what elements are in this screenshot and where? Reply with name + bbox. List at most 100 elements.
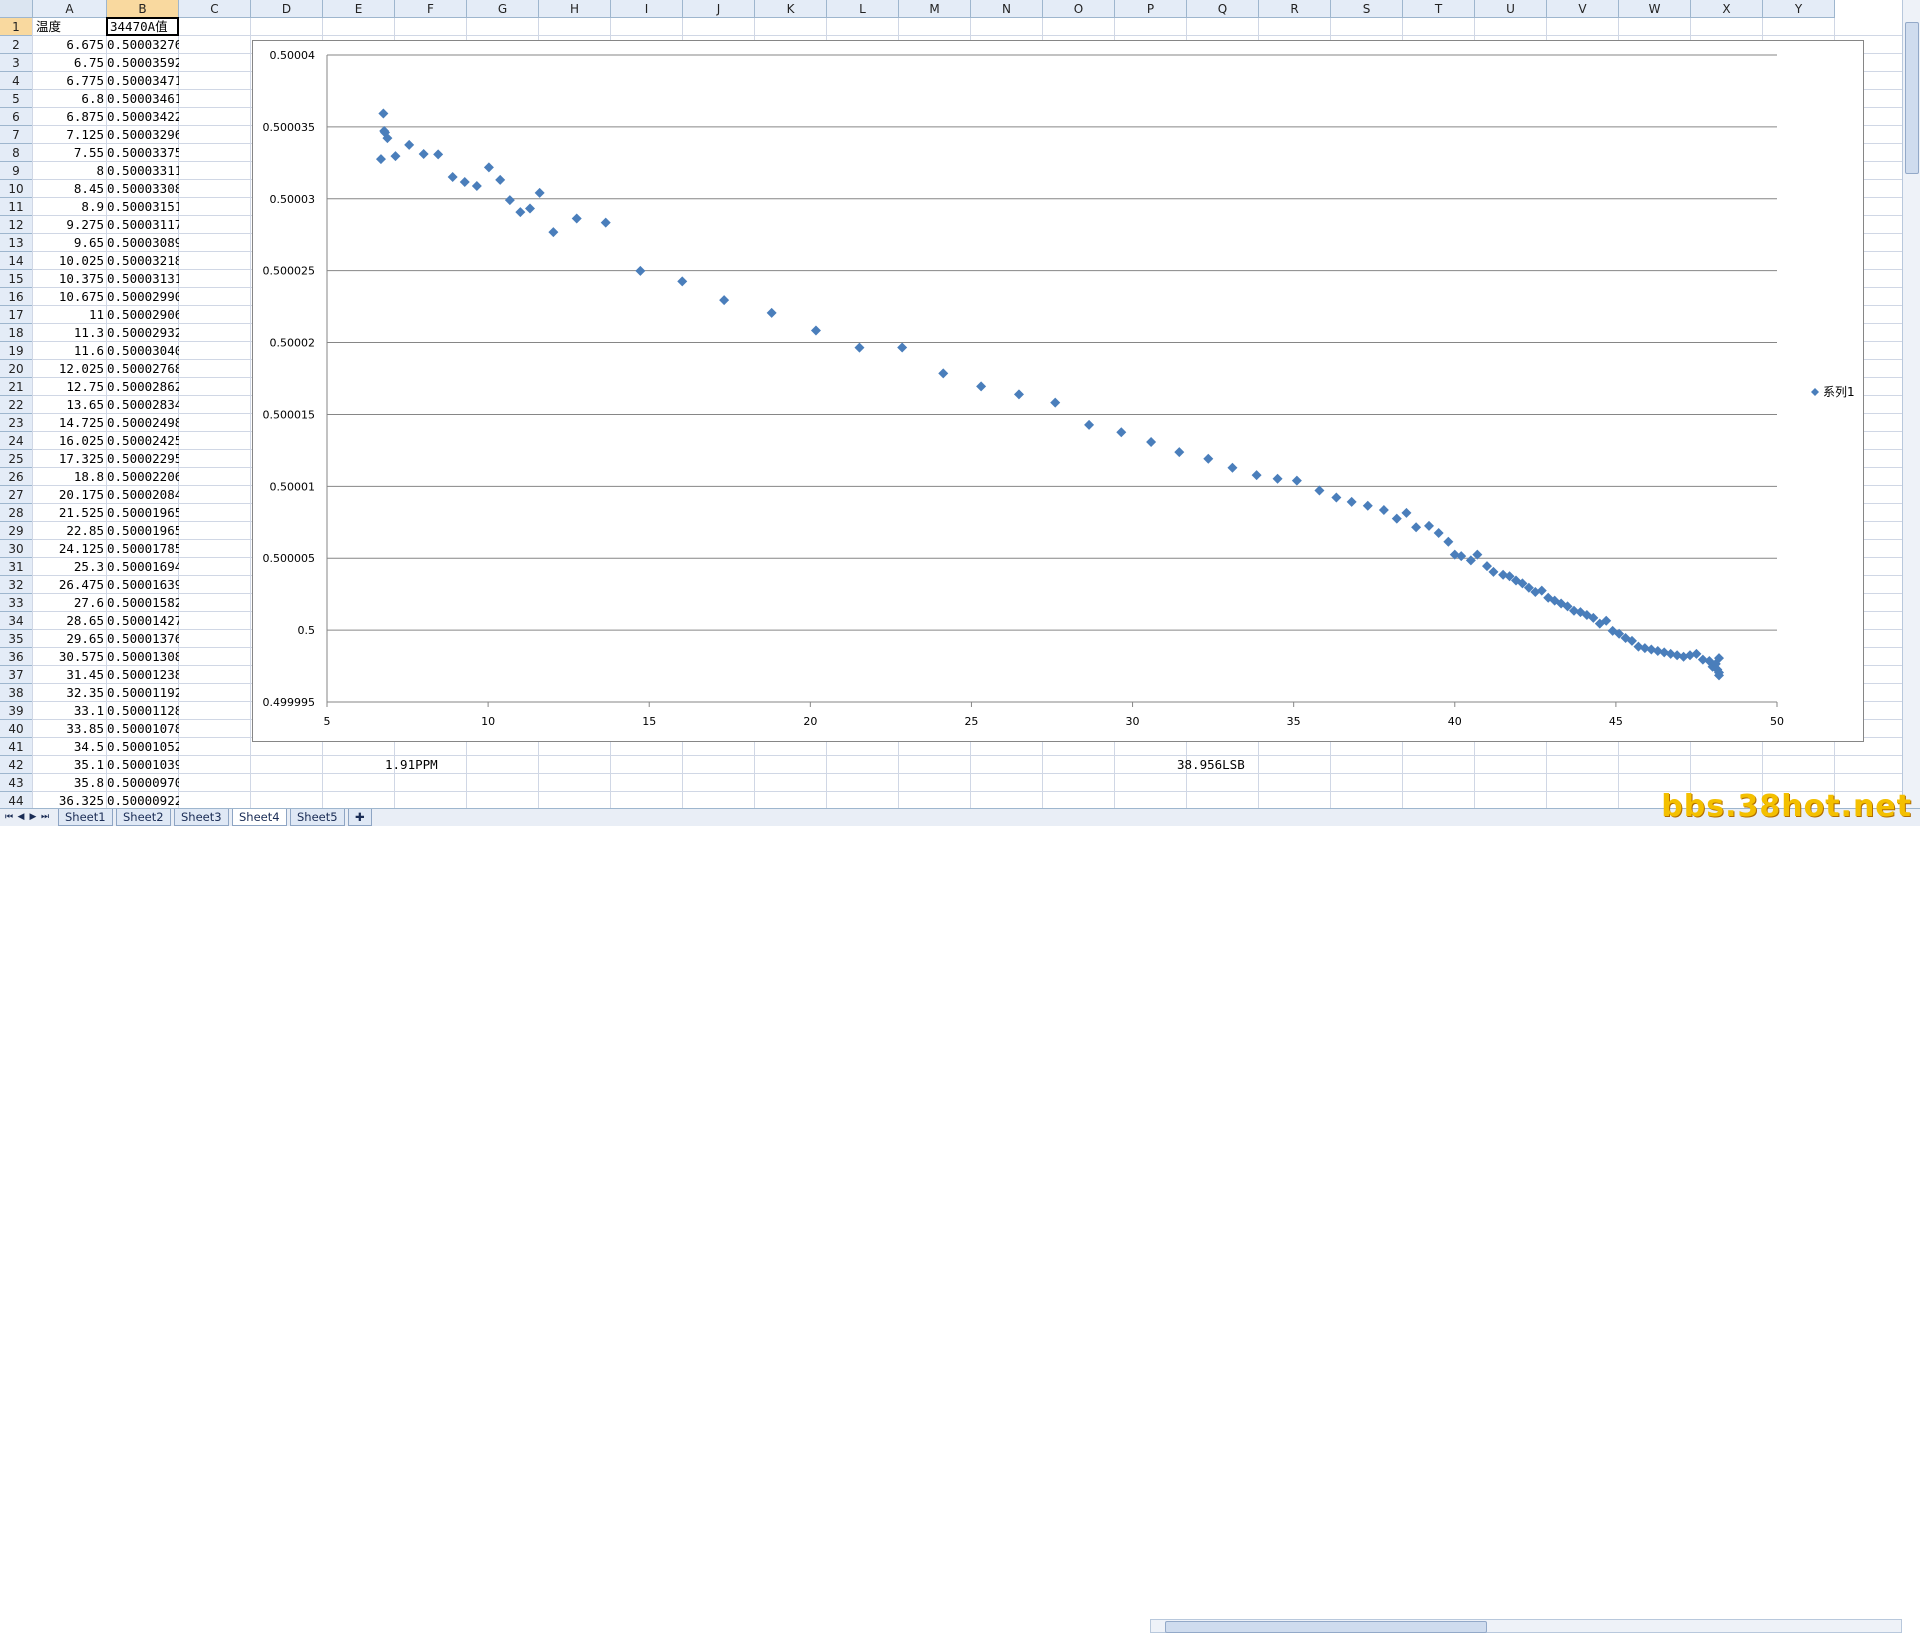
spreadsheet-grid[interactable]: ABCDEFGHIJKLMNOPQRSTUVWXY 1 2 3 4 5 6 7 8 9 10 11 1… (0, 0, 1902, 808)
cell-a39[interactable]: 33.1 (33, 702, 107, 720)
cell-b2[interactable]: 0.500032762 (107, 36, 179, 54)
sheet-tab-sheet3[interactable]: Sheet3 (174, 809, 229, 826)
insert-sheet-icon[interactable]: ✚ (348, 809, 372, 826)
cell-a25[interactable]: 17.325 (33, 450, 107, 468)
cell-a18[interactable]: 11.3 (33, 324, 107, 342)
column-header-d[interactable]: D (251, 0, 323, 18)
cell-a34[interactable]: 28.65 (33, 612, 107, 630)
cell-b41[interactable]: 0.500010529 (107, 738, 179, 756)
cell-a29[interactable]: 22.85 (33, 522, 107, 540)
cell-a26[interactable]: 18.8 (33, 468, 107, 486)
cell-b6[interactable]: 0.500034222 (107, 108, 179, 126)
cell-a32[interactable]: 26.475 (33, 576, 107, 594)
cell-a44[interactable]: 36.325 (33, 792, 107, 808)
cell-a36[interactable]: 30.575 (33, 648, 107, 666)
cell-b3[interactable]: 0.500035928 (107, 54, 179, 72)
cell-b24[interactable]: 0.500024254 (107, 432, 179, 450)
cell-q42[interactable]: 38.956LSB (1177, 756, 1277, 774)
cell-b26[interactable]: 0.500022065 (107, 468, 179, 486)
cell-a28[interactable]: 21.525 (33, 504, 107, 522)
column-header-p[interactable]: P (1115, 0, 1187, 18)
cell-b34[interactable]: 0.500014274 (107, 612, 179, 630)
cell-a19[interactable]: 11.6 (33, 342, 107, 360)
cell-b44[interactable]: 0.500009222 (107, 792, 179, 808)
row-header-7[interactable]: 7 (0, 126, 33, 144)
cell-b10[interactable]: 0.500033086 (107, 180, 179, 198)
row-header-18[interactable]: 18 (0, 324, 33, 342)
sheet-tab-sheet1[interactable]: Sheet1 (58, 809, 113, 826)
cell-b29[interactable]: 0.500019655 (107, 522, 179, 540)
cell-b18[interactable]: 0.500029326 (107, 324, 179, 342)
row-header-39[interactable]: 39 (0, 702, 33, 720)
row-header-28[interactable]: 28 (0, 504, 33, 522)
cell-b40[interactable]: 0.500010783 (107, 720, 179, 738)
column-header-t[interactable]: T (1403, 0, 1475, 18)
cell-b28[interactable]: 0.50001965 (107, 504, 179, 522)
column-header-u[interactable]: U (1475, 0, 1547, 18)
row-header-24[interactable]: 24 (0, 432, 33, 450)
row-header-13[interactable]: 13 (0, 234, 33, 252)
column-header-r[interactable]: R (1259, 0, 1331, 18)
cell-b7[interactable]: 0.500032968 (107, 126, 179, 144)
cell-b39[interactable]: 0.500011289 (107, 702, 179, 720)
cell-b38[interactable]: 0.500011921 (107, 684, 179, 702)
row-header-35[interactable]: 35 (0, 630, 33, 648)
cell-b9[interactable]: 0.500033114 (107, 162, 179, 180)
last-sheet-icon[interactable]: ⏭ (40, 810, 50, 824)
column-header-w[interactable]: W (1619, 0, 1691, 18)
cell-b23[interactable]: 0.500024987 (107, 414, 179, 432)
row-header-10[interactable]: 10 (0, 180, 33, 198)
row-header-8[interactable]: 8 (0, 144, 33, 162)
cell-b11[interactable]: 0.500031517 (107, 198, 179, 216)
cell-f42[interactable]: 1.91PPM (385, 756, 485, 774)
column-header-i[interactable]: I (611, 0, 683, 18)
cell-b4[interactable]: 0.500034716 (107, 72, 179, 90)
cell-a15[interactable]: 10.375 (33, 270, 107, 288)
cell-a31[interactable]: 25.3 (33, 558, 107, 576)
column-header-m[interactable]: M (899, 0, 971, 18)
row-header-3[interactable]: 3 (0, 54, 33, 72)
row-header-32[interactable]: 32 (0, 576, 33, 594)
cell-b5[interactable]: 0.500034611 (107, 90, 179, 108)
scatter-chart[interactable]: 0.499995 0.5 0.500005 0.50001 0.500015 0.5000… (252, 40, 1864, 742)
cell-b20[interactable]: 0.500027684 (107, 360, 179, 378)
row-header-26[interactable]: 26 (0, 468, 33, 486)
column-header-o[interactable]: O (1043, 0, 1115, 18)
row-header-2[interactable]: 2 (0, 36, 33, 54)
row-header-21[interactable]: 21 (0, 378, 33, 396)
cell-a27[interactable]: 20.175 (33, 486, 107, 504)
row-header-22[interactable]: 22 (0, 396, 33, 414)
row-header-4[interactable]: 4 (0, 72, 33, 90)
cell-a21[interactable]: 12.75 (33, 378, 107, 396)
column-header-g[interactable]: G (467, 0, 539, 18)
column-header-f[interactable]: F (395, 0, 467, 18)
column-header-c[interactable]: C (179, 0, 251, 18)
cell-a35[interactable]: 29.65 (33, 630, 107, 648)
column-header-h[interactable]: H (539, 0, 611, 18)
column-header-e[interactable]: E (323, 0, 395, 18)
cell-b32[interactable]: 0.500016396 (107, 576, 179, 594)
vertical-scroll-thumb[interactable] (1905, 22, 1919, 174)
row-header-31[interactable]: 31 (0, 558, 33, 576)
cell-b12[interactable]: 0.50003117 (107, 216, 179, 234)
cell-a12[interactable]: 9.275 (33, 216, 107, 234)
column-header-v[interactable]: V (1547, 0, 1619, 18)
first-sheet-icon[interactable]: ⏮ (4, 810, 14, 824)
cell-a10[interactable]: 8.45 (33, 180, 107, 198)
cell-a2[interactable]: 6.675 (33, 36, 107, 54)
vertical-scrollbar[interactable] (1902, 0, 1920, 808)
row-header-41[interactable]: 41 (0, 738, 33, 756)
row-header-33[interactable]: 33 (0, 594, 33, 612)
prev-sheet-icon[interactable]: ◀ (16, 810, 26, 824)
row-header-11[interactable]: 11 (0, 198, 33, 216)
cell-b33[interactable]: 0.500015823 (107, 594, 179, 612)
row-header-5[interactable]: 5 (0, 90, 33, 108)
cell-a24[interactable]: 16.025 (33, 432, 107, 450)
cell-a14[interactable]: 10.025 (33, 252, 107, 270)
column-header-j[interactable]: J (683, 0, 755, 18)
cell-a5[interactable]: 6.8 (33, 90, 107, 108)
cell-a8[interactable]: 7.55 (33, 144, 107, 162)
cell-a7[interactable]: 7.125 (33, 126, 107, 144)
row-header-15[interactable]: 15 (0, 270, 33, 288)
row-header-17[interactable]: 17 (0, 306, 33, 324)
